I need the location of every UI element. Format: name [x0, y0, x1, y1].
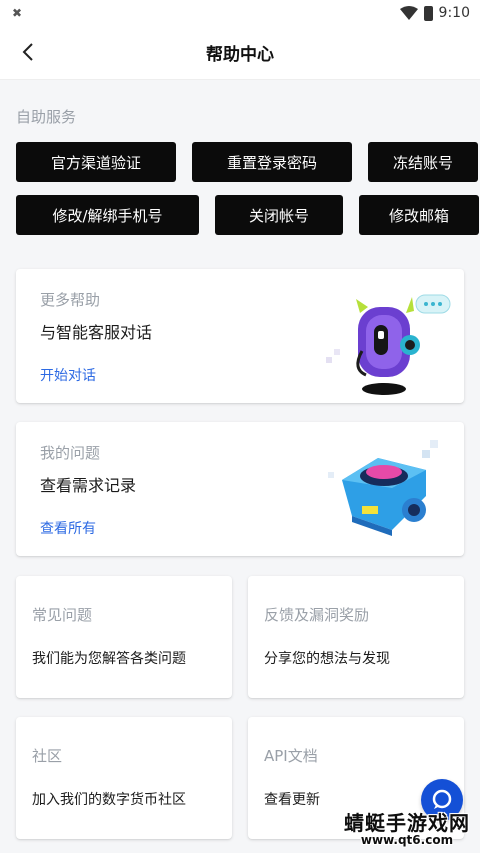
change-phone-button[interactable]: 修改/解绑手机号	[16, 195, 199, 235]
battery-icon	[423, 5, 433, 21]
record-box-illustration	[328, 440, 438, 536]
more-help-title: 与智能客服对话	[40, 323, 153, 342]
app-header: 帮助中心	[0, 26, 480, 80]
back-button[interactable]	[12, 36, 44, 68]
robot-illustration	[326, 294, 451, 395]
chevron-left-icon	[22, 43, 33, 61]
section-label-self-service: 自助服务	[16, 108, 77, 126]
notification-icon: ✖	[12, 6, 23, 20]
my-issues-label: 我的问题	[40, 444, 101, 462]
reset-password-button[interactable]: 重置登录密码	[192, 142, 352, 182]
more-help-card[interactable]: 更多帮助 与智能客服对话 开始对话	[16, 269, 464, 403]
api-docs-label: API文档	[264, 747, 318, 765]
site-watermark: 蜻蜓手游戏网 www.qt6.com	[344, 813, 470, 847]
faq-desc: 我们能为您解答各类问题	[32, 651, 186, 667]
quick-actions-row-2: 修改/解绑手机号 关闭帐号 修改邮箱	[16, 195, 479, 235]
more-help-label: 更多帮助	[40, 291, 101, 309]
community-desc: 加入我们的数字货币社区	[32, 792, 186, 808]
status-bar: ✖ 9:10	[0, 0, 480, 26]
my-issues-card[interactable]: 我的问题 查看需求记录 查看所有	[16, 422, 464, 556]
feedback-label: 反馈及漏洞奖励	[264, 606, 370, 624]
quick-actions-row-1: 官方渠道验证 重置登录密码 冻结账号	[16, 142, 478, 182]
change-email-button[interactable]: 修改邮箱	[359, 195, 479, 235]
start-chat-link[interactable]: 开始对话	[40, 365, 96, 385]
community-label: 社区	[32, 747, 63, 765]
faq-label: 常见问题	[32, 606, 93, 624]
status-time: 9:10	[438, 5, 470, 21]
status-right: 9:10	[399, 5, 470, 21]
view-all-link[interactable]: 查看所有	[40, 518, 96, 538]
feedback-bounty-card[interactable]: 反馈及漏洞奖励 分享您的想法与发现	[248, 576, 464, 698]
freeze-account-button[interactable]: 冻结账号	[368, 142, 478, 182]
official-channel-verify-button[interactable]: 官方渠道验证	[16, 142, 176, 182]
api-docs-desc: 查看更新	[264, 792, 320, 808]
chat-bubble-icon	[432, 789, 452, 809]
watermark-line-1: 蜻蜓手游戏网	[344, 811, 470, 836]
community-card[interactable]: 社区 加入我们的数字货币社区	[16, 717, 232, 839]
close-account-button[interactable]: 关闭帐号	[215, 195, 343, 235]
wifi-icon	[399, 6, 418, 20]
my-issues-title: 查看需求记录	[40, 476, 137, 495]
watermark-line-2: www.qt6.com	[360, 833, 454, 848]
feedback-desc: 分享您的想法与发现	[264, 651, 390, 667]
faq-card[interactable]: 常见问题 我们能为您解答各类问题	[16, 576, 232, 698]
page-title: 帮助中心	[206, 45, 274, 65]
